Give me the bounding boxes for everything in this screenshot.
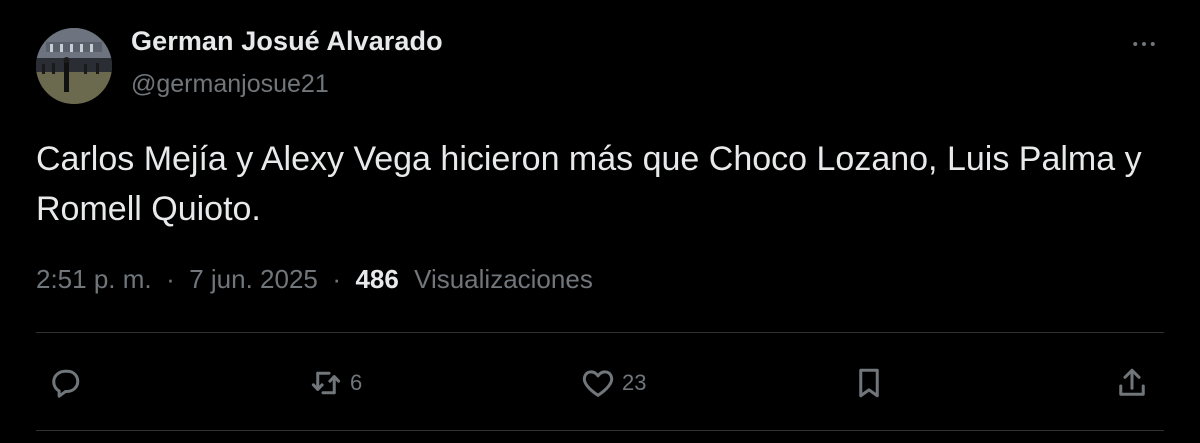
tweet-card: German Josué Alvarado @germanjosue21 Car… <box>0 0 1200 443</box>
tweet-meta: 2:51 p. m. · 7 jun. 2025 · 486 Visualiza… <box>36 264 593 295</box>
tweet-date[interactable]: 7 jun. 2025 <box>189 264 318 294</box>
more-horizontal-icon <box>1133 42 1155 46</box>
heart-icon <box>582 370 614 397</box>
views-count: 486 <box>355 264 399 294</box>
avatar-photo <box>36 28 112 104</box>
divider <box>36 332 1164 333</box>
author-display-name[interactable]: German Josué Alvarado <box>131 26 443 57</box>
bookmark-button[interactable] <box>851 355 887 411</box>
tweet-time[interactable]: 2:51 p. m. <box>36 264 152 294</box>
retweet-icon <box>311 371 341 395</box>
share-button[interactable] <box>1114 355 1150 411</box>
author-handle[interactable]: @germanjosue21 <box>131 70 329 99</box>
like-count: 23 <box>622 370 647 395</box>
tweet-text: Carlos Mejía y Alexy Vega hicieron más q… <box>36 140 1142 228</box>
more-options-button[interactable] <box>1126 26 1162 62</box>
divider <box>36 430 1164 431</box>
avatar[interactable] <box>36 28 112 104</box>
action-bar: 6 23 <box>0 355 1200 411</box>
retweet-button[interactable]: 6 <box>308 355 362 411</box>
meta-separator: · <box>158 264 182 294</box>
reply-icon <box>52 369 80 398</box>
like-button[interactable]: 23 <box>580 355 646 411</box>
retweet-count: 6 <box>350 370 363 395</box>
views-label: Visualizaciones <box>414 264 593 294</box>
bookmark-icon <box>859 368 879 398</box>
meta-separator: · <box>325 264 349 294</box>
reply-button[interactable] <box>47 355 89 411</box>
share-icon <box>1119 368 1145 396</box>
